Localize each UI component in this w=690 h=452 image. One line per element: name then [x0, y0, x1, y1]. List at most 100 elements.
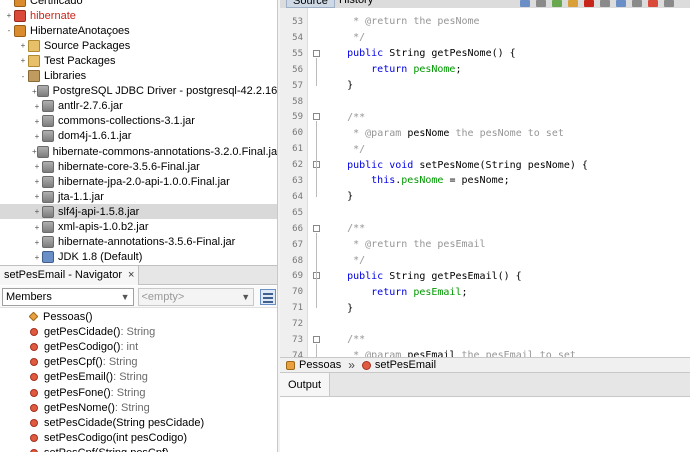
projects-tree[interactable]: Certificado + hibernate - HibernateAnotaçoes… — [0, 0, 277, 263]
member-return-type: : String — [110, 386, 146, 399]
member-name: getPesEmail() — [44, 371, 114, 384]
code-line[interactable]: } — [323, 78, 690, 94]
code-line[interactable]: * @param pesNome the pesNome to set — [323, 125, 690, 141]
tree-item[interactable]: + commons-collections-3.1.jar — [0, 114, 277, 129]
tree-item[interactable]: + slf4j-api-1.5.8.jar — [0, 204, 277, 220]
tree-item[interactable]: + PostgreSQL JDBC Driver - postgresql-42.… — [0, 84, 277, 99]
navigator-member[interactable]: getPesCidade() : String — [30, 324, 155, 339]
code-line[interactable]: this. pesNome = pesNome; — [323, 173, 690, 189]
collapse-icon[interactable]: - — [4, 26, 14, 35]
expand-icon[interactable]: + — [32, 102, 42, 111]
code-line[interactable]: /** — [323, 332, 690, 348]
expand-icon[interactable]: + — [32, 192, 42, 201]
navigator-member[interactable]: getPesFone() : String — [30, 385, 146, 400]
toolbar-icon[interactable] — [664, 0, 674, 7]
expand-icon[interactable]: + — [4, 11, 14, 20]
breadcrumb-method[interactable]: setPesEmail — [375, 359, 436, 371]
tree-item[interactable]: + hibernate-commons-annotations-3.2.0.Fin… — [0, 144, 277, 159]
navigator-member[interactable]: setPesCidade(String pesCidade) — [30, 415, 204, 430]
code-line[interactable]: } — [323, 189, 690, 205]
members-filter-select[interactable]: Members ▼ — [2, 287, 134, 306]
navigator-member[interactable]: Pessoas() — [28, 309, 93, 324]
breadcrumb-class[interactable]: Pessoas — [299, 359, 341, 371]
tree-item[interactable]: + hibernate-core-3.5.6-Final.jar — [0, 159, 277, 174]
code-line[interactable]: */ — [323, 141, 690, 157]
code-line[interactable]: return pesNome; — [323, 62, 690, 78]
expand-icon[interactable]: + — [32, 177, 42, 186]
tree-item[interactable]: + antlr-2.7.6.jar — [0, 99, 277, 114]
code-line[interactable]: return pesEmail; — [323, 284, 690, 300]
tree-item[interactable]: + jta-1.1.jar — [0, 189, 277, 204]
expand-icon[interactable]: + — [32, 117, 42, 126]
code-line[interactable] — [323, 316, 690, 332]
folder-icon — [28, 54, 40, 67]
member-name: setPesCidade(String pesCidade) — [44, 416, 205, 429]
navigator-tab[interactable]: setPesEmail - Navigator × — [0, 265, 140, 285]
toolbar-icon[interactable] — [632, 0, 642, 7]
navigator-member[interactable]: getPesCpf() : String — [30, 355, 138, 370]
code-line[interactable]: */ — [323, 253, 690, 269]
code-line[interactable]: */ — [323, 30, 690, 46]
code-line[interactable]: } — [323, 300, 690, 316]
expand-icon[interactable]: + — [18, 56, 28, 65]
expand-icon[interactable]: + — [32, 207, 42, 216]
code-area[interactable]: * @return the pesNome */ public String g… — [323, 8, 690, 409]
toolbar-icon[interactable] — [520, 0, 530, 7]
navigator-member[interactable]: setPesCpf(String pesCpf) — [30, 446, 169, 452]
output-panel: Output — [280, 372, 690, 452]
tree-item[interactable]: + dom4j-1.6.1.jar — [0, 129, 277, 144]
toolbar-icon[interactable] — [552, 0, 562, 7]
expand-icon[interactable]: + — [18, 41, 28, 50]
fold-toggle-icon[interactable] — [313, 113, 320, 121]
toolbar-icon[interactable] — [584, 0, 594, 7]
toolbar-icon[interactable] — [568, 0, 578, 7]
code-line[interactable]: * @return the pesEmail — [323, 237, 690, 253]
toolbar-icon[interactable] — [600, 0, 610, 7]
fold-toggle-icon[interactable] — [313, 49, 320, 57]
tree-item[interactable]: + Test Packages — [0, 53, 277, 68]
code-line[interactable]: * @return the pesNome — [323, 14, 690, 30]
code-line[interactable] — [323, 94, 690, 110]
expand-icon[interactable]: + — [32, 238, 42, 247]
tree-item[interactable]: + xml-apis-1.0.b2.jar — [0, 220, 277, 235]
code-line[interactable]: public void setPesNome(String pesNome) { — [323, 157, 690, 173]
tree-item[interactable]: + hibernate-jpa-2.0-api-1.0.0.Final.jar — [0, 174, 277, 189]
toolbar-icon[interactable] — [536, 0, 546, 7]
close-icon[interactable]: × — [128, 269, 134, 281]
expand-icon[interactable]: + — [32, 253, 42, 262]
tab-history[interactable]: History — [335, 0, 377, 8]
navigator-member[interactable]: getPesCodigo() : int — [30, 339, 138, 354]
code-line[interactable]: /** — [323, 109, 690, 125]
fold-toggle-icon[interactable] — [313, 336, 320, 343]
tab-output[interactable]: Output — [280, 373, 331, 397]
code-line[interactable]: /** — [323, 221, 690, 237]
toolbar-icon[interactable] — [616, 0, 626, 7]
tree-item[interactable]: + hibernate — [0, 8, 277, 23]
expand-icon[interactable]: + — [32, 223, 42, 232]
navigator-member[interactable]: setPesCodigo(int pesCodigo) — [30, 431, 187, 446]
expand-icon[interactable]: + — [32, 132, 42, 141]
scope-select[interactable]: <empty> ▼ — [137, 287, 255, 306]
tree-item[interactable]: - HibernateAnotaçoes — [0, 23, 277, 38]
expand-icon[interactable]: + — [32, 162, 42, 171]
expand-icon[interactable]: + — [32, 87, 37, 96]
navigator-member[interactable]: getPesNome() : String — [30, 400, 150, 415]
navigator-members-list[interactable]: Pessoas() getPesCidade() : String getPesCo… — [0, 309, 277, 452]
code-line[interactable]: public String getPesEmail() { — [323, 268, 690, 284]
collapse-icon[interactable]: - — [18, 72, 28, 81]
tree-item[interactable]: - Libraries — [0, 69, 277, 84]
code-editor[interactable]: Source History 53 54 55 56 57 58 59 60 61 62 63 64 6… — [280, 0, 690, 409]
tab-source[interactable]: Source — [286, 0, 335, 8]
filter-options-icon[interactable] — [260, 288, 276, 305]
fold-toggle-icon[interactable] — [313, 224, 320, 232]
code-line[interactable]: public String getPesNome() { — [323, 46, 690, 62]
tree-item[interactable]: + hibernate-annotations-3.5.6-Final.jar — [0, 235, 277, 250]
toolbar-icon[interactable] — [648, 0, 658, 7]
expand-icon[interactable]: + — [32, 147, 37, 156]
code-line[interactable] — [323, 205, 690, 221]
tree-item[interactable]: + JDK 1.8 (Default) — [0, 250, 277, 263]
code-token: @param — [365, 127, 402, 139]
tree-item[interactable]: + Source Packages — [0, 38, 277, 53]
tree-item[interactable]: Certificado — [0, 0, 277, 8]
navigator-member[interactable]: getPesEmail() : String — [30, 370, 148, 385]
